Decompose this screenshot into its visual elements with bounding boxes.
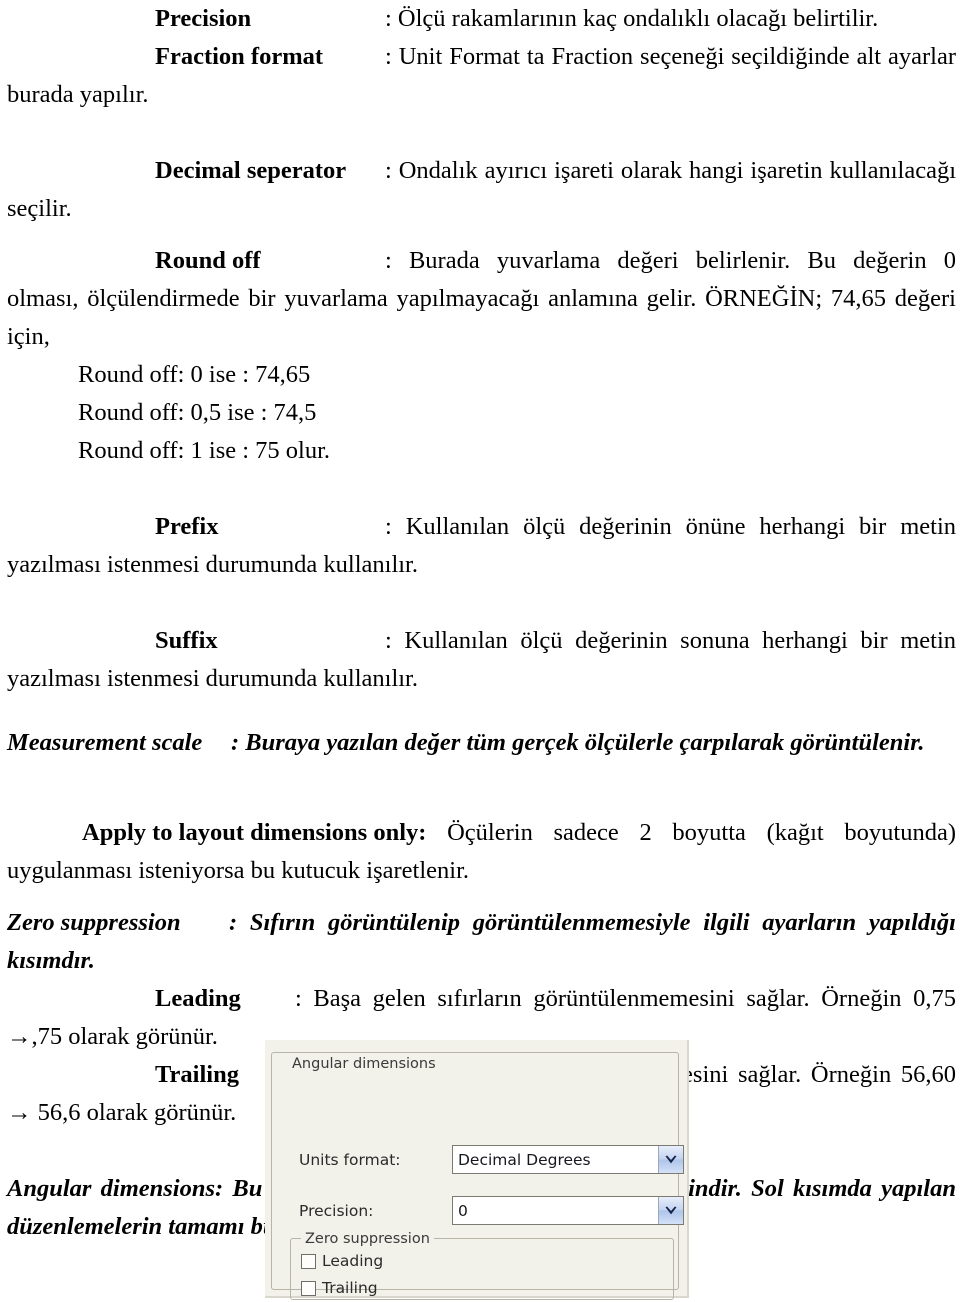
trailing-checkbox-row[interactable]: Trailing xyxy=(301,1279,378,1297)
angular-dimensions-groupbox-title: Angular dimensions xyxy=(288,1056,440,1072)
angular-dimensions-dialog-screenshot: Angular dimensions Units format: Decimal… xyxy=(265,1040,693,1302)
angular-dimensions-groupbox: Angular dimensions Units format: Decimal… xyxy=(271,1052,684,1300)
chevron-down-icon xyxy=(665,1154,677,1163)
label-round-off: Round off xyxy=(155,247,261,274)
paragraph-prefix: Prefix: Kullanılan ölçü değerinin önüne … xyxy=(7,508,956,584)
precision-label: Precision: xyxy=(299,1202,374,1220)
label-fraction-format: Fraction format xyxy=(155,43,324,70)
round-off-example-text: Round off: 1 ise : 75 olur. xyxy=(78,437,331,464)
label-suffix: Suffix xyxy=(155,627,218,654)
zero-suppression-groupbox-title: Zero suppression xyxy=(301,1231,434,1247)
trailing-checkbox[interactable] xyxy=(301,1280,316,1296)
label-precision: Precision xyxy=(155,5,252,32)
paragraph-apply-to-layout: Apply to layout dimensions only: Öçüleri… xyxy=(7,814,956,890)
round-off-example-text: Round off: 0,5 ise : 74,5 xyxy=(78,399,317,426)
label-apply-to-layout: Apply to layout dimensions only: xyxy=(82,819,427,846)
label-prefix: Prefix xyxy=(155,513,219,540)
label-leading: Leading xyxy=(155,985,241,1012)
label-decimal-seperator: Decimal seperator xyxy=(155,157,347,184)
leading-checkbox-label: Leading xyxy=(322,1252,384,1270)
label-zero-suppression: Zero suppression xyxy=(7,909,181,936)
zero-suppression-groupbox: Zero suppression Leading Trailing xyxy=(290,1231,674,1300)
paragraph-measurement-scale: Measurement scale : Buraya yazılan değer … xyxy=(7,724,956,762)
paragraph-round-off: Round off: Burada yuvarlama değeri belir… xyxy=(7,242,956,356)
units-format-value: Decimal Degrees xyxy=(458,1150,591,1169)
precision-dropdown[interactable]: 0 xyxy=(452,1196,684,1225)
document-page: Precision : Ölçü rakamlarının kaç ondalık… xyxy=(0,0,960,1302)
label-measurement-scale: Measurement scale xyxy=(7,729,203,756)
units-format-label: Units format: xyxy=(299,1151,401,1169)
text-precision: : Ölçü rakamlarının kaç ondalıklı olacağ… xyxy=(385,5,879,32)
leading-checkbox[interactable] xyxy=(301,1253,316,1269)
text-measurement-scale: : Buraya yazılan değer tüm gerçek ölçüle… xyxy=(231,729,925,756)
units-format-dropdown[interactable]: Decimal Degrees xyxy=(452,1145,684,1174)
paragraph-precision: Precision : Ölçü rakamlarının kaç ondalık… xyxy=(7,0,956,38)
round-off-example-text: Round off: 0 ise : 74,65 xyxy=(78,361,311,388)
dialog-panel: Angular dimensions Units format: Decimal… xyxy=(265,1040,689,1300)
precision-value: 0 xyxy=(458,1201,468,1220)
paragraph-fraction-format: Fraction format: Unit Format ta Fraction… xyxy=(7,38,956,114)
leading-checkbox-row[interactable]: Leading xyxy=(301,1252,383,1270)
paragraph-decimal-seperator: Decimal seperator: Ondalık ayırıcı işare… xyxy=(7,152,956,228)
paragraph-zero-suppression: Zero suppression: Sıfırın görüntülenip g… xyxy=(7,904,956,980)
precision-dropdown-button[interactable] xyxy=(658,1197,683,1224)
label-trailing: Trailing xyxy=(155,1061,239,1088)
chevron-down-icon xyxy=(665,1205,677,1214)
units-format-dropdown-button[interactable] xyxy=(658,1146,683,1173)
round-off-example-3: Round off: 1 ise : 75 olur. xyxy=(7,432,956,470)
round-off-example-1: Round off: 0 ise : 74,65 xyxy=(7,356,956,394)
label-angular-dimensions: Angular dimensions xyxy=(7,1175,216,1202)
paragraph-suffix: Suffix: Kullanılan ölçü değerinin sonuna… xyxy=(7,622,956,698)
trailing-checkbox-label: Trailing xyxy=(322,1279,378,1297)
round-off-example-2: Round off: 0,5 ise : 74,5 xyxy=(7,394,956,432)
